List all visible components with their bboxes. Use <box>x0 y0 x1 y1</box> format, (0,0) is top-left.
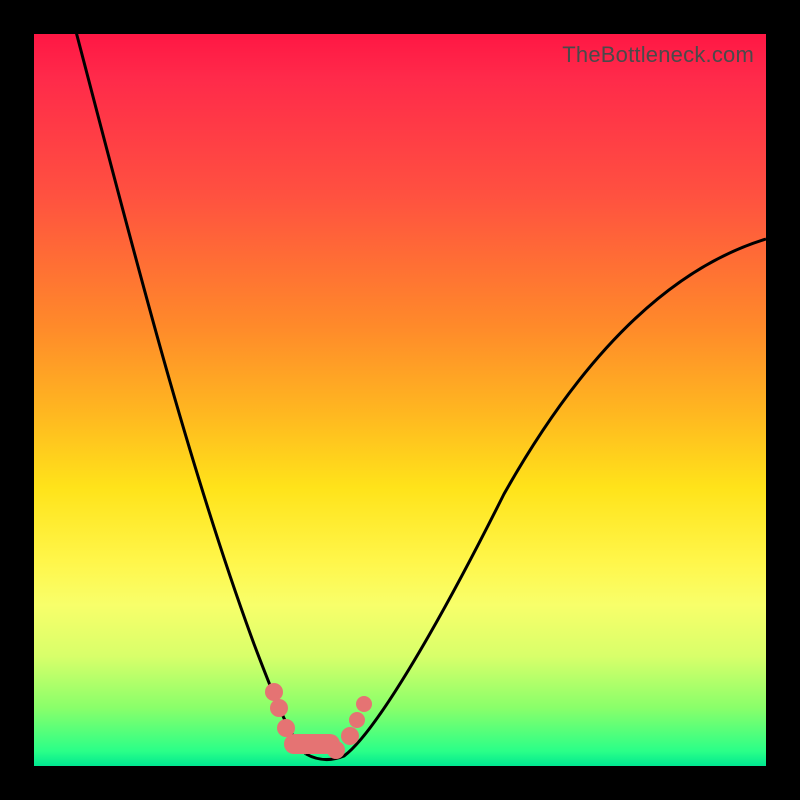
chart-frame: TheBottleneck.com <box>0 0 800 800</box>
marker-dot <box>277 719 295 737</box>
plot-area: TheBottleneck.com <box>34 34 766 766</box>
marker-dot <box>265 683 283 701</box>
marker-dot <box>356 696 372 712</box>
curve-layer <box>34 34 766 766</box>
marker-dot <box>341 727 359 745</box>
marker-group <box>265 683 372 759</box>
marker-dot <box>270 699 288 717</box>
marker-dot <box>349 712 365 728</box>
curve-left-branch <box>74 24 306 754</box>
marker-dot <box>327 741 345 759</box>
curve-right-branch <box>306 239 766 760</box>
